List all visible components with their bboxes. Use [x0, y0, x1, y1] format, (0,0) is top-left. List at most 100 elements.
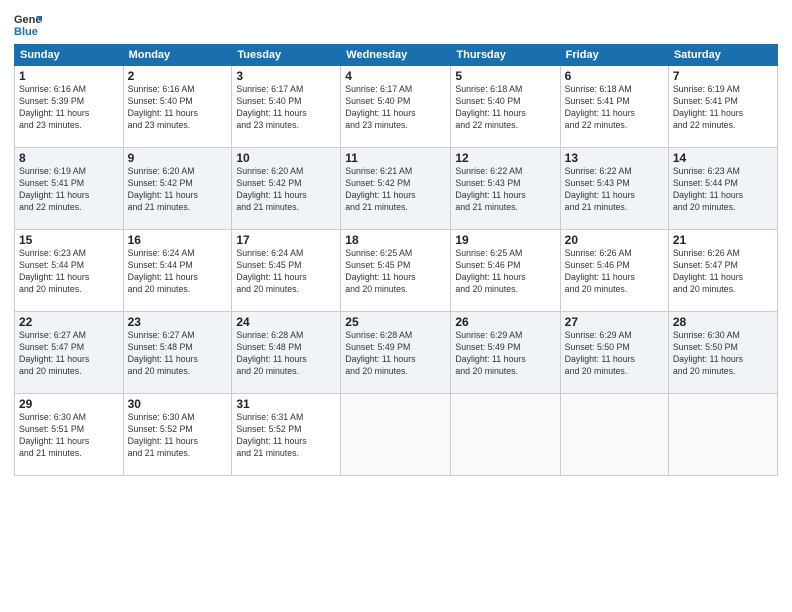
- day-info: Sunrise: 6:21 AM Sunset: 5:42 PM Dayligh…: [345, 166, 446, 214]
- day-info: Sunrise: 6:19 AM Sunset: 5:41 PM Dayligh…: [673, 84, 773, 132]
- day-info: Sunrise: 6:22 AM Sunset: 5:43 PM Dayligh…: [455, 166, 555, 214]
- calendar-cell: 27Sunrise: 6:29 AM Sunset: 5:50 PM Dayli…: [560, 312, 668, 394]
- day-info: Sunrise: 6:17 AM Sunset: 5:40 PM Dayligh…: [236, 84, 336, 132]
- day-number: 13: [565, 151, 664, 165]
- day-info: Sunrise: 6:29 AM Sunset: 5:49 PM Dayligh…: [455, 330, 555, 378]
- calendar-cell: 12Sunrise: 6:22 AM Sunset: 5:43 PM Dayli…: [451, 148, 560, 230]
- calendar-week-row: 1Sunrise: 6:16 AM Sunset: 5:39 PM Daylig…: [15, 66, 778, 148]
- day-number: 5: [455, 69, 555, 83]
- calendar-cell: 16Sunrise: 6:24 AM Sunset: 5:44 PM Dayli…: [123, 230, 232, 312]
- day-info: Sunrise: 6:28 AM Sunset: 5:48 PM Dayligh…: [236, 330, 336, 378]
- day-number: 16: [128, 233, 228, 247]
- day-info: Sunrise: 6:23 AM Sunset: 5:44 PM Dayligh…: [673, 166, 773, 214]
- day-info: Sunrise: 6:18 AM Sunset: 5:41 PM Dayligh…: [565, 84, 664, 132]
- logo-icon: General Blue: [14, 10, 42, 38]
- day-info: Sunrise: 6:29 AM Sunset: 5:50 PM Dayligh…: [565, 330, 664, 378]
- day-number: 29: [19, 397, 119, 411]
- calendar-cell: 19Sunrise: 6:25 AM Sunset: 5:46 PM Dayli…: [451, 230, 560, 312]
- calendar-cell: 23Sunrise: 6:27 AM Sunset: 5:48 PM Dayli…: [123, 312, 232, 394]
- calendar-cell: 11Sunrise: 6:21 AM Sunset: 5:42 PM Dayli…: [341, 148, 451, 230]
- day-number: 2: [128, 69, 228, 83]
- day-info: Sunrise: 6:18 AM Sunset: 5:40 PM Dayligh…: [455, 84, 555, 132]
- day-number: 20: [565, 233, 664, 247]
- calendar-week-row: 22Sunrise: 6:27 AM Sunset: 5:47 PM Dayli…: [15, 312, 778, 394]
- calendar-cell: 2Sunrise: 6:16 AM Sunset: 5:40 PM Daylig…: [123, 66, 232, 148]
- day-number: 25: [345, 315, 446, 329]
- logo: General Blue: [14, 10, 46, 38]
- day-number: 30: [128, 397, 228, 411]
- day-number: 15: [19, 233, 119, 247]
- day-info: Sunrise: 6:20 AM Sunset: 5:42 PM Dayligh…: [128, 166, 228, 214]
- weekday-header-row: SundayMondayTuesdayWednesdayThursdayFrid…: [15, 45, 778, 66]
- day-number: 19: [455, 233, 555, 247]
- calendar-cell: 22Sunrise: 6:27 AM Sunset: 5:47 PM Dayli…: [15, 312, 124, 394]
- calendar-cell: [341, 394, 451, 476]
- day-number: 18: [345, 233, 446, 247]
- calendar-cell: 29Sunrise: 6:30 AM Sunset: 5:51 PM Dayli…: [15, 394, 124, 476]
- day-info: Sunrise: 6:17 AM Sunset: 5:40 PM Dayligh…: [345, 84, 446, 132]
- day-info: Sunrise: 6:23 AM Sunset: 5:44 PM Dayligh…: [19, 248, 119, 296]
- calendar-week-row: 8Sunrise: 6:19 AM Sunset: 5:41 PM Daylig…: [15, 148, 778, 230]
- day-number: 24: [236, 315, 336, 329]
- weekday-header-thursday: Thursday: [451, 45, 560, 66]
- weekday-header-tuesday: Tuesday: [232, 45, 341, 66]
- day-number: 23: [128, 315, 228, 329]
- calendar-cell: 28Sunrise: 6:30 AM Sunset: 5:50 PM Dayli…: [668, 312, 777, 394]
- day-info: Sunrise: 6:31 AM Sunset: 5:52 PM Dayligh…: [236, 412, 336, 460]
- day-info: Sunrise: 6:27 AM Sunset: 5:48 PM Dayligh…: [128, 330, 228, 378]
- calendar-cell: 7Sunrise: 6:19 AM Sunset: 5:41 PM Daylig…: [668, 66, 777, 148]
- weekday-header-wednesday: Wednesday: [341, 45, 451, 66]
- day-number: 11: [345, 151, 446, 165]
- calendar-cell: 3Sunrise: 6:17 AM Sunset: 5:40 PM Daylig…: [232, 66, 341, 148]
- calendar-cell: 4Sunrise: 6:17 AM Sunset: 5:40 PM Daylig…: [341, 66, 451, 148]
- weekday-header-friday: Friday: [560, 45, 668, 66]
- weekday-header-sunday: Sunday: [15, 45, 124, 66]
- day-info: Sunrise: 6:20 AM Sunset: 5:42 PM Dayligh…: [236, 166, 336, 214]
- day-number: 10: [236, 151, 336, 165]
- day-info: Sunrise: 6:25 AM Sunset: 5:46 PM Dayligh…: [455, 248, 555, 296]
- calendar-cell: 9Sunrise: 6:20 AM Sunset: 5:42 PM Daylig…: [123, 148, 232, 230]
- calendar-cell: [451, 394, 560, 476]
- day-info: Sunrise: 6:26 AM Sunset: 5:47 PM Dayligh…: [673, 248, 773, 296]
- calendar-cell: 1Sunrise: 6:16 AM Sunset: 5:39 PM Daylig…: [15, 66, 124, 148]
- day-number: 27: [565, 315, 664, 329]
- day-info: Sunrise: 6:16 AM Sunset: 5:39 PM Dayligh…: [19, 84, 119, 132]
- day-info: Sunrise: 6:19 AM Sunset: 5:41 PM Dayligh…: [19, 166, 119, 214]
- day-number: 7: [673, 69, 773, 83]
- calendar-cell: 18Sunrise: 6:25 AM Sunset: 5:45 PM Dayli…: [341, 230, 451, 312]
- day-number: 17: [236, 233, 336, 247]
- calendar-cell: 31Sunrise: 6:31 AM Sunset: 5:52 PM Dayli…: [232, 394, 341, 476]
- calendar-cell: 24Sunrise: 6:28 AM Sunset: 5:48 PM Dayli…: [232, 312, 341, 394]
- day-number: 9: [128, 151, 228, 165]
- day-number: 28: [673, 315, 773, 329]
- calendar: SundayMondayTuesdayWednesdayThursdayFrid…: [14, 44, 778, 476]
- svg-text:Blue: Blue: [14, 26, 38, 38]
- day-number: 26: [455, 315, 555, 329]
- day-info: Sunrise: 6:24 AM Sunset: 5:45 PM Dayligh…: [236, 248, 336, 296]
- calendar-cell: 10Sunrise: 6:20 AM Sunset: 5:42 PM Dayli…: [232, 148, 341, 230]
- day-number: 22: [19, 315, 119, 329]
- day-number: 14: [673, 151, 773, 165]
- day-number: 8: [19, 151, 119, 165]
- header: General Blue: [14, 10, 778, 38]
- calendar-cell: 20Sunrise: 6:26 AM Sunset: 5:46 PM Dayli…: [560, 230, 668, 312]
- calendar-cell: 15Sunrise: 6:23 AM Sunset: 5:44 PM Dayli…: [15, 230, 124, 312]
- day-info: Sunrise: 6:24 AM Sunset: 5:44 PM Dayligh…: [128, 248, 228, 296]
- day-number: 1: [19, 69, 119, 83]
- svg-text:General: General: [14, 14, 42, 26]
- calendar-cell: 8Sunrise: 6:19 AM Sunset: 5:41 PM Daylig…: [15, 148, 124, 230]
- calendar-cell: 13Sunrise: 6:22 AM Sunset: 5:43 PM Dayli…: [560, 148, 668, 230]
- calendar-cell: 6Sunrise: 6:18 AM Sunset: 5:41 PM Daylig…: [560, 66, 668, 148]
- calendar-cell: 30Sunrise: 6:30 AM Sunset: 5:52 PM Dayli…: [123, 394, 232, 476]
- day-info: Sunrise: 6:26 AM Sunset: 5:46 PM Dayligh…: [565, 248, 664, 296]
- day-info: Sunrise: 6:22 AM Sunset: 5:43 PM Dayligh…: [565, 166, 664, 214]
- day-info: Sunrise: 6:16 AM Sunset: 5:40 PM Dayligh…: [128, 84, 228, 132]
- day-info: Sunrise: 6:30 AM Sunset: 5:50 PM Dayligh…: [673, 330, 773, 378]
- calendar-cell: 25Sunrise: 6:28 AM Sunset: 5:49 PM Dayli…: [341, 312, 451, 394]
- calendar-week-row: 29Sunrise: 6:30 AM Sunset: 5:51 PM Dayli…: [15, 394, 778, 476]
- day-number: 3: [236, 69, 336, 83]
- calendar-week-row: 15Sunrise: 6:23 AM Sunset: 5:44 PM Dayli…: [15, 230, 778, 312]
- day-info: Sunrise: 6:30 AM Sunset: 5:52 PM Dayligh…: [128, 412, 228, 460]
- weekday-header-saturday: Saturday: [668, 45, 777, 66]
- day-info: Sunrise: 6:30 AM Sunset: 5:51 PM Dayligh…: [19, 412, 119, 460]
